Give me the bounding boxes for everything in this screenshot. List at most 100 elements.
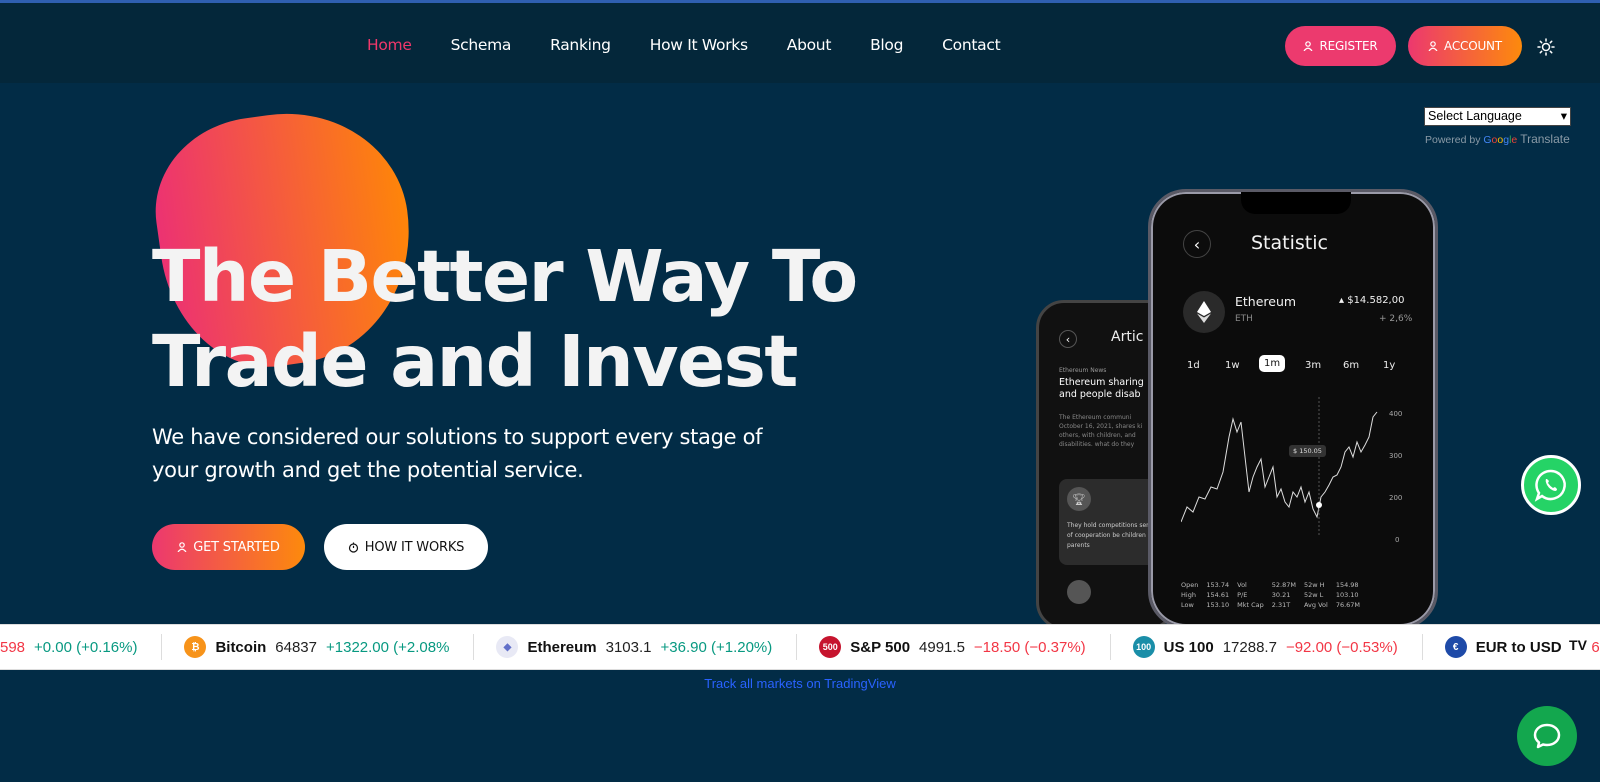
ticker-item-partial[interactable]: 598 +0.00 (+0.16%): [0, 634, 163, 660]
timer-icon: [348, 542, 358, 553]
hero-title: The Better Way To Trade and Invest: [152, 234, 858, 404]
google-logo[interactable]: Google: [1483, 134, 1517, 146]
site-header: Home Schema Ranking How It Works About B…: [0, 3, 1600, 83]
stat-value: 103.10: [1335, 591, 1359, 599]
ticker-change: −92.00 (−0.53%): [1285, 638, 1398, 656]
powered-by-text: Powered by: [1425, 134, 1481, 146]
period-1d: 1d: [1187, 360, 1200, 371]
stat-value: 153.74: [1206, 581, 1230, 589]
tradingview-logo-icon[interactable]: TV: [1564, 637, 1592, 657]
nav-contact[interactable]: Contact: [942, 36, 1001, 54]
ticker-price: 4991.5: [919, 638, 965, 656]
ticker-partial-change: +0.00 (+0.16%): [34, 638, 138, 656]
how-it-works-label: HOW IT WORKS: [364, 539, 465, 555]
price-chart-line: [1181, 397, 1378, 537]
nav-ranking[interactable]: Ranking: [550, 36, 611, 54]
table-row: Low 153.10 Mkt Cap 2.31T Avg Vol 76.67M: [1177, 600, 1364, 610]
register-label: REGISTER: [1319, 39, 1378, 53]
back-arrow-icon: ‹: [1059, 330, 1077, 348]
sun-icon[interactable]: [1537, 38, 1555, 56]
eur-usd-flag-icon: €: [1444, 636, 1467, 658]
phone-back-title: Artic: [1111, 329, 1144, 345]
y-tick-300: 300: [1389, 452, 1403, 460]
whatsapp-icon[interactable]: [1521, 455, 1581, 515]
hero-title-line-1: The Better Way To: [152, 235, 858, 318]
stat-value: 76.67M: [1335, 601, 1361, 609]
phone-back-body: The Ethereum communi October 16, 2021, s…: [1059, 414, 1143, 448]
google-translate-credit: Powered by Google Translate: [1425, 132, 1570, 146]
user-icon: [1303, 41, 1313, 51]
bitcoin-icon: ₿: [184, 636, 207, 658]
stat-label: Avg Vol: [1303, 601, 1328, 609]
stat-label: Vol: [1237, 581, 1247, 589]
stat-label: Mkt Cap: [1237, 601, 1264, 609]
ticker-item-bitcoin[interactable]: ₿ Bitcoin 64837 +1322.00 (+2.08%: [184, 634, 475, 660]
user-icon: [177, 542, 187, 552]
period-6m: 6m: [1343, 360, 1360, 371]
hero-subtitle: We have considered our solutions to supp…: [152, 425, 763, 482]
ticker-item-sp500[interactable]: 500 S&P 500 4991.5 −18.50 (−0.37%): [819, 634, 1111, 660]
hero-title-line-2: Trade and Invest: [152, 320, 798, 403]
get-started-button[interactable]: GET STARTED: [152, 524, 305, 570]
ticker-price: 17288.7: [1222, 638, 1277, 656]
stat-label: Open: [1181, 581, 1199, 589]
us100-icon: 100: [1132, 636, 1155, 658]
ethereum-icon: ◆: [496, 636, 519, 658]
ticker-tape: 598 +0.00 (+0.16%) ₿ Bitcoin 64837 +1322…: [0, 624, 1600, 670]
coin-price-value: $14.582,00: [1347, 295, 1405, 306]
tradingview-link[interactable]: Track all markets on TradingView: [0, 676, 1600, 691]
table-row: Open 153.74 Vol 52.87M 52w H 154.98: [1177, 580, 1364, 590]
ticker-name: S&P 500: [850, 638, 911, 656]
stat-value: 30.21: [1271, 591, 1291, 599]
stat-value: 52.87M: [1271, 581, 1296, 589]
ticker-item-us100[interactable]: 100 US 100 17288.7 −92.00 (−0.53%): [1132, 634, 1423, 660]
language-select[interactable]: Select Language ▾: [1424, 107, 1571, 126]
sp500-icon: 500: [819, 636, 842, 658]
y-tick-200: 200: [1389, 494, 1403, 502]
nav-home[interactable]: Home: [367, 36, 412, 54]
account-button[interactable]: ACCOUNT: [1408, 26, 1522, 66]
coin-price: ▴ $14.582,00: [1339, 295, 1405, 306]
ticker-change: +1322.00 (+2.08%: [326, 638, 450, 656]
nav-blog[interactable]: Blog: [870, 36, 903, 54]
period-3m: 3m: [1305, 360, 1322, 371]
y-tick-400: 400: [1389, 410, 1403, 418]
account-label: ACCOUNT: [1444, 39, 1502, 53]
phone-back-news-tag: Ethereum News: [1059, 367, 1107, 374]
chevron-down-icon: ▾: [1560, 109, 1567, 123]
phone-back-headline: Ethereum sharing and people disab: [1059, 377, 1144, 400]
stat-label: 52w L: [1303, 591, 1324, 599]
phone-notch: [1241, 192, 1351, 214]
table-row: High 154.61 P/E 30.21 52w L 103.10: [1177, 590, 1364, 600]
ticker-name: Bitcoin: [215, 638, 267, 656]
nav-schema[interactable]: Schema: [451, 36, 512, 54]
back-arrow-icon: ‹: [1183, 230, 1211, 258]
chat-bubble-icon[interactable]: [1517, 706, 1577, 766]
stat-value: 154.61: [1206, 591, 1230, 599]
ticker-price: 64837: [275, 638, 317, 656]
stat-value: 154.98: [1335, 581, 1359, 589]
trophy-icon: 🏆︎: [1067, 487, 1091, 511]
ethereum-icon: [1183, 291, 1225, 333]
stat-label: 52w H: [1303, 581, 1325, 589]
nav-about[interactable]: About: [787, 36, 832, 54]
ticker-change: +36.90 (+1.20%): [660, 638, 773, 656]
flag-icon: [1067, 580, 1091, 604]
stat-label: P/E: [1237, 591, 1248, 599]
ticker-name: EUR to USD: [1475, 638, 1562, 656]
register-button[interactable]: REGISTER: [1285, 26, 1396, 66]
how-it-works-button[interactable]: HOW IT WORKS: [324, 524, 488, 570]
period-1y: 1y: [1383, 360, 1396, 371]
ticker-change: −18.50 (−0.37%): [973, 638, 1086, 656]
nav-how-it-works[interactable]: How It Works: [650, 36, 748, 54]
ticker-name: Ethereum: [527, 638, 597, 656]
translate-link[interactable]: Translate: [1520, 132, 1570, 146]
stat-value: 2.31T: [1271, 601, 1291, 609]
get-started-label: GET STARTED: [193, 539, 280, 555]
stat-label: High: [1181, 591, 1196, 599]
y-tick-0: 0: [1395, 536, 1400, 544]
ticker-item-ethereum[interactable]: ◆ Ethereum 3103.1 +36.90 (+1.20%): [496, 634, 798, 660]
phone-mockup-front: ‹ Statistic Ethereum ETH ▴ $14.582,00 + …: [1148, 189, 1438, 629]
period-1w: 1w: [1225, 360, 1240, 371]
stats-table: Open 153.74 Vol 52.87M 52w H 154.98 High 154…: [1177, 580, 1364, 610]
